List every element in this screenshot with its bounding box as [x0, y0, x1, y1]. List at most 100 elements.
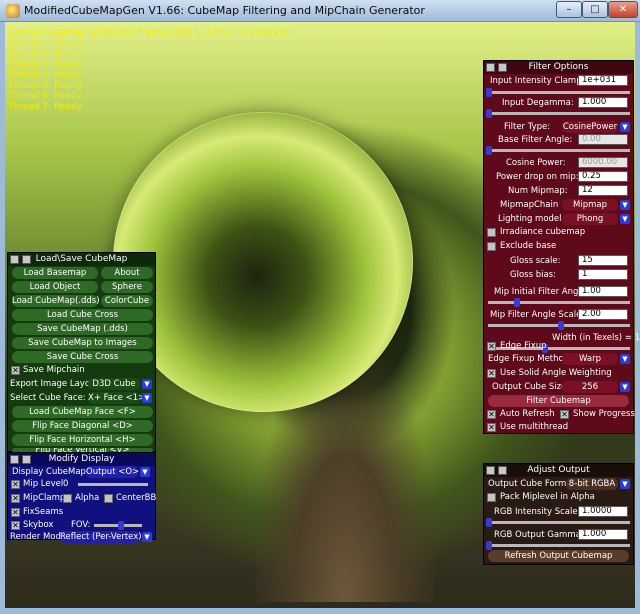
mip-initial-angle-slider[interactable] — [488, 301, 630, 304]
load-cube-cross-button[interactable]: Load Cube Cross — [12, 309, 153, 321]
gloss-bias-field[interactable]: 1 — [578, 269, 628, 280]
output-format-label: Output Cube Format — [488, 479, 575, 489]
irradiance-cubemap-label: Irradiance cubemap — [500, 227, 586, 237]
rgb-scale-field[interactable]: 1.0000 — [578, 506, 628, 517]
export-layout-select[interactable]: D3D Cube ▼ — [88, 378, 152, 390]
input-degamma-field[interactable]: 1.000 — [578, 97, 628, 108]
load-object-button[interactable]: Load Object — [12, 281, 98, 293]
panel-collapse-icon[interactable] — [486, 466, 495, 475]
select-face-label: Select Cube Face: — [10, 393, 86, 403]
display-cubemap-select[interactable]: Output <O> ▼ — [86, 466, 150, 478]
panel-pin-icon[interactable] — [498, 63, 507, 72]
panel-pin-icon[interactable] — [498, 466, 507, 475]
load-basemap-button[interactable]: Load Basemap — [12, 267, 98, 279]
input-clamp-slider[interactable] — [488, 91, 630, 94]
mipclamp-checkbox[interactable]: ✕ — [11, 494, 20, 503]
save-cubemap-images-button[interactable]: Save CubeMap to Images — [12, 337, 153, 349]
mip-level-slider[interactable] — [78, 483, 148, 486]
auto-refresh-label: Auto Refresh — [500, 409, 555, 419]
title-bar[interactable]: ModifiedCubeMapGen V1.66: CubeMap Filter… — [0, 0, 640, 22]
fixseams-checkbox[interactable]: ✕ — [11, 508, 20, 517]
mip-initial-angle-field[interactable]: 1.00 — [578, 286, 628, 297]
filter-options-panel: Filter Options Input Intensity Clamp: 1e… — [483, 60, 640, 434]
pack-mip-alpha-checkbox[interactable] — [487, 493, 496, 502]
auto-refresh-checkbox[interactable]: ✕ — [487, 410, 496, 419]
status-line: Thread 7: Ready — [8, 101, 82, 112]
alpha-checkbox[interactable] — [63, 494, 72, 503]
num-mipmap-field[interactable]: 12 — [578, 185, 628, 196]
base-filter-angle-slider-handle[interactable] — [486, 146, 492, 155]
close-button[interactable]: ✕ — [608, 1, 638, 18]
refresh-output-button[interactable]: Refresh Output Cubemap — [488, 550, 629, 562]
panel-collapse-icon[interactable] — [10, 255, 19, 264]
rgb-gamma-slider[interactable] — [488, 544, 630, 547]
modify-display-panel: Modify Display Display CubeMap: Output <… — [7, 452, 156, 543]
solid-angle-checkbox[interactable]: ✕ — [487, 369, 496, 378]
input-clamp-label: Input Intensity Clamp: — [490, 76, 585, 86]
input-clamp-slider-handle[interactable] — [486, 88, 492, 97]
cosine-power-field[interactable]: 6000.00 — [578, 157, 628, 168]
load-cubemap-dds-button[interactable]: Load CubeMap(.dds) — [12, 295, 100, 307]
centerbb-checkbox[interactable] — [104, 494, 113, 503]
save-mipchain-checkbox[interactable]: ✕ — [11, 366, 20, 375]
input-clamp-field[interactable]: 1e+031 — [578, 75, 628, 86]
irradiance-cubemap-checkbox[interactable] — [487, 228, 496, 237]
rgb-gamma-slider-handle[interactable] — [486, 541, 492, 550]
fov-slider-handle[interactable] — [118, 521, 124, 530]
lighting-model-value: Phong — [576, 214, 604, 224]
panel-collapse-icon[interactable] — [10, 455, 19, 464]
load-save-panel: Load\Save CubeMap Load Basemap About Loa… — [7, 252, 156, 454]
multithread-checkbox[interactable]: ✕ — [487, 423, 496, 432]
sphere-button[interactable]: Sphere — [101, 281, 153, 293]
input-degamma-slider-handle[interactable] — [486, 109, 492, 118]
rgb-scale-slider[interactable] — [488, 521, 630, 524]
mipmapchain-select[interactable]: Mipmap ▼ — [562, 199, 630, 211]
mip-level-checkbox[interactable]: ✕ — [11, 480, 20, 489]
filter-cubemap-button[interactable]: Filter Cubemap — [488, 395, 629, 407]
exclude-base-checkbox[interactable] — [487, 242, 496, 251]
rgb-scale-slider-handle[interactable] — [486, 518, 492, 527]
multithread-label: Use multithread — [500, 422, 569, 432]
filter-type-value: CosinePower — [562, 122, 618, 132]
mip-angle-scale-field[interactable]: 2.00 — [578, 309, 628, 320]
filter-type-label: Filter Type: — [504, 122, 551, 132]
select-face-select[interactable]: X+ Face <1> ▼ — [88, 392, 152, 404]
window-border-bottom — [0, 608, 640, 614]
minimize-button[interactable]: – — [556, 1, 582, 18]
mip-initial-angle-label: Mip Initial Filter Angle: — [494, 287, 589, 297]
filter-type-select[interactable]: CosinePower ▼ — [562, 121, 630, 133]
edge-fixup-method-value: Warp — [579, 354, 601, 364]
save-cube-cross-button[interactable]: Save Cube Cross — [12, 351, 153, 363]
output-format-select[interactable]: 8-bit RGBA ▼ — [566, 478, 630, 490]
mip-angle-scale-slider-handle[interactable] — [558, 321, 564, 330]
power-drop-field[interactable]: 0.25 — [578, 171, 628, 182]
edge-fixup-checkbox[interactable]: ✕ — [487, 342, 496, 351]
panel-collapse-icon[interactable] — [486, 63, 495, 72]
panel-pin-icon[interactable] — [22, 255, 31, 264]
save-cubemap-dds-button[interactable]: Save CubeMap (.dds) — [12, 323, 153, 335]
render-mode-label: Render Mode — [10, 532, 67, 542]
status-line: Output Cubemap (256x256) Frame 1689 (...… — [8, 28, 291, 38]
base-filter-angle-slider[interactable] — [488, 149, 630, 152]
show-progress-label: Show Progress — [573, 409, 635, 419]
rgb-gamma-field[interactable]: 1.000 — [578, 529, 628, 540]
load-cubemap-face-button[interactable]: Load CubeMap Face <F> — [12, 406, 153, 418]
show-progress-checkbox[interactable]: ✕ — [560, 410, 569, 419]
render-mode-select[interactable]: Reflect (Per-Vertex) ▼ — [60, 531, 152, 543]
input-degamma-slider[interactable] — [488, 112, 630, 115]
flip-horizontal-button[interactable]: Flip Face Horizontal <H> — [12, 434, 153, 446]
edge-fixup-method-select[interactable]: Warp ▼ — [562, 353, 630, 365]
mip-initial-angle-slider-handle[interactable] — [514, 298, 520, 307]
gloss-scale-field[interactable]: 15 — [578, 255, 628, 266]
output-cube-size-select[interactable]: 256 ▼ — [562, 381, 630, 393]
colorcube-button[interactable]: ColorCube — [101, 295, 153, 307]
lighting-model-select[interactable]: Phong ▼ — [562, 213, 630, 225]
panel-pin-icon[interactable] — [22, 455, 31, 464]
chevron-down-icon: ▼ — [142, 393, 152, 403]
flip-diagonal-button[interactable]: Flip Face Diagonal <D> — [12, 420, 153, 432]
maximize-button[interactable]: □ — [582, 1, 608, 18]
status-line: Thread 3: Ready — [8, 59, 82, 70]
skybox-checkbox[interactable]: ✕ — [11, 521, 20, 530]
base-filter-angle-field[interactable]: 0.00 — [578, 134, 628, 145]
about-button[interactable]: About — [101, 267, 153, 279]
